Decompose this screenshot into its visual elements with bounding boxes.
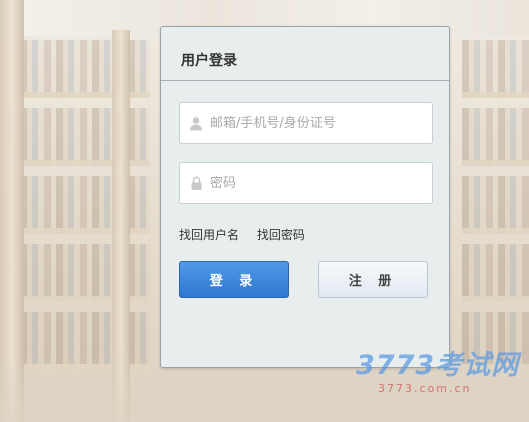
register-button[interactable]: 注 册 — [318, 261, 428, 298]
watermark-url: 3773.com.cn — [378, 382, 472, 395]
login-panel: 用户登录 找回用户名 找回密码 登 录 注 册 — [160, 26, 450, 368]
user-icon — [188, 115, 204, 131]
login-title: 用户登录 — [181, 53, 237, 69]
username-input[interactable] — [210, 115, 430, 131]
login-panel-header: 用户登录 — [161, 27, 449, 81]
find-password-link[interactable]: 找回密码 — [257, 228, 305, 242]
lock-icon — [188, 175, 204, 191]
find-username-link[interactable]: 找回用户名 — [179, 228, 239, 242]
password-field[interactable] — [179, 162, 433, 204]
watermark-logo-text: 3773考试网 — [356, 350, 520, 381]
recovery-links: 找回用户名 找回密码 — [179, 226, 319, 243]
login-button[interactable]: 登 录 — [179, 261, 289, 298]
site-watermark: 3773考试网 3773.com.cn — [356, 350, 526, 396]
username-field[interactable] — [179, 102, 433, 144]
password-input[interactable] — [210, 175, 430, 191]
